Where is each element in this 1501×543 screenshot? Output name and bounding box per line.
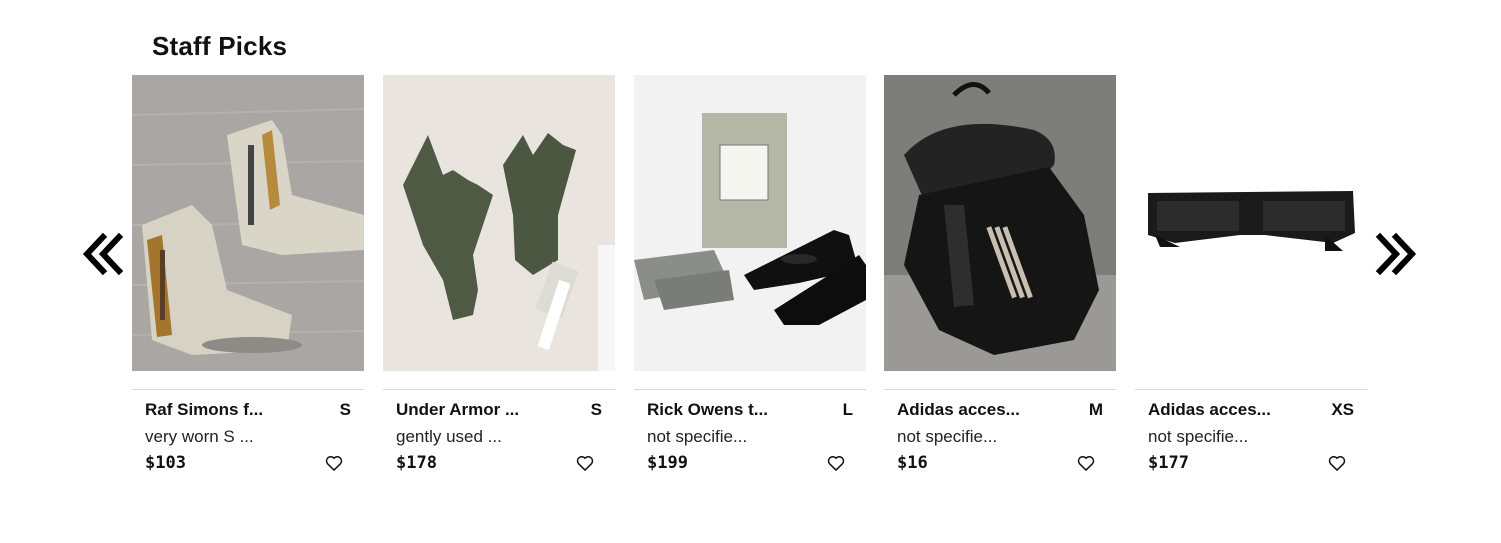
- product-card[interactable]: Raf Simons f... S very worn S ... $103: [132, 75, 364, 485]
- heart-outline-icon[interactable]: [826, 453, 846, 473]
- product-condition: gently used ...: [396, 427, 502, 446]
- product-size: M: [1088, 400, 1103, 419]
- product-size: XS: [1331, 400, 1354, 419]
- product-title[interactable]: Rick Owens t...: [647, 400, 768, 420]
- product-info: Rick Owens t... L not specifie... $199: [634, 389, 866, 473]
- product-size: S: [590, 400, 602, 419]
- leather-backpack-photo[interactable]: [884, 75, 1116, 371]
- product-price: $199: [647, 453, 688, 473]
- product-condition: not specifie...: [1148, 427, 1249, 446]
- heart-outline-icon[interactable]: [324, 453, 344, 473]
- product-price: $178: [396, 453, 437, 473]
- product-price: $103: [145, 453, 186, 473]
- product-price: $16: [897, 453, 928, 473]
- carousel-prev-button[interactable]: [78, 230, 126, 278]
- carousel-next-button[interactable]: [1373, 230, 1421, 278]
- product-condition: not specifie...: [647, 427, 748, 446]
- product-title[interactable]: Under Armor ...: [396, 400, 519, 420]
- product-card[interactable]: Adidas acces... XS not specifie... $177: [1135, 75, 1367, 485]
- product-info: Raf Simons f... S very worn S ... $103: [132, 389, 364, 473]
- heart-outline-icon[interactable]: [575, 453, 595, 473]
- double-chevron-right-icon: [1375, 232, 1417, 276]
- fingerless-gloves-photo[interactable]: [383, 75, 615, 371]
- sunglasses-photo[interactable]: [1135, 75, 1367, 371]
- dress-shoes-with-box-photo[interactable]: [634, 75, 866, 371]
- product-card[interactable]: Rick Owens t... L not specifie... $199: [634, 75, 866, 485]
- product-info: Adidas acces... XS not specifie... $177: [1135, 389, 1367, 473]
- product-size: S: [339, 400, 351, 419]
- product-title[interactable]: Adidas acces...: [897, 400, 1020, 420]
- product-info: Adidas acces... M not specifie... $16: [884, 389, 1116, 473]
- heart-outline-icon[interactable]: [1327, 453, 1347, 473]
- product-size: L: [842, 400, 853, 419]
- product-card[interactable]: Under Armor ... S gently used ... $178: [383, 75, 615, 485]
- product-card[interactable]: Adidas acces... M not specifie... $16: [884, 75, 1116, 485]
- product-price: $177: [1148, 453, 1189, 473]
- product-condition: very worn S ...: [145, 427, 254, 446]
- product-title[interactable]: Adidas acces...: [1148, 400, 1271, 420]
- product-title[interactable]: Raf Simons f...: [145, 400, 263, 420]
- double-chevron-left-icon: [82, 232, 124, 276]
- product-info: Under Armor ... S gently used ... $178: [383, 389, 615, 473]
- heart-outline-icon[interactable]: [1076, 453, 1096, 473]
- section-title: Staff Picks: [152, 31, 288, 61]
- product-condition: not specifie...: [897, 427, 998, 446]
- high-top-sneakers-photo[interactable]: [132, 75, 364, 371]
